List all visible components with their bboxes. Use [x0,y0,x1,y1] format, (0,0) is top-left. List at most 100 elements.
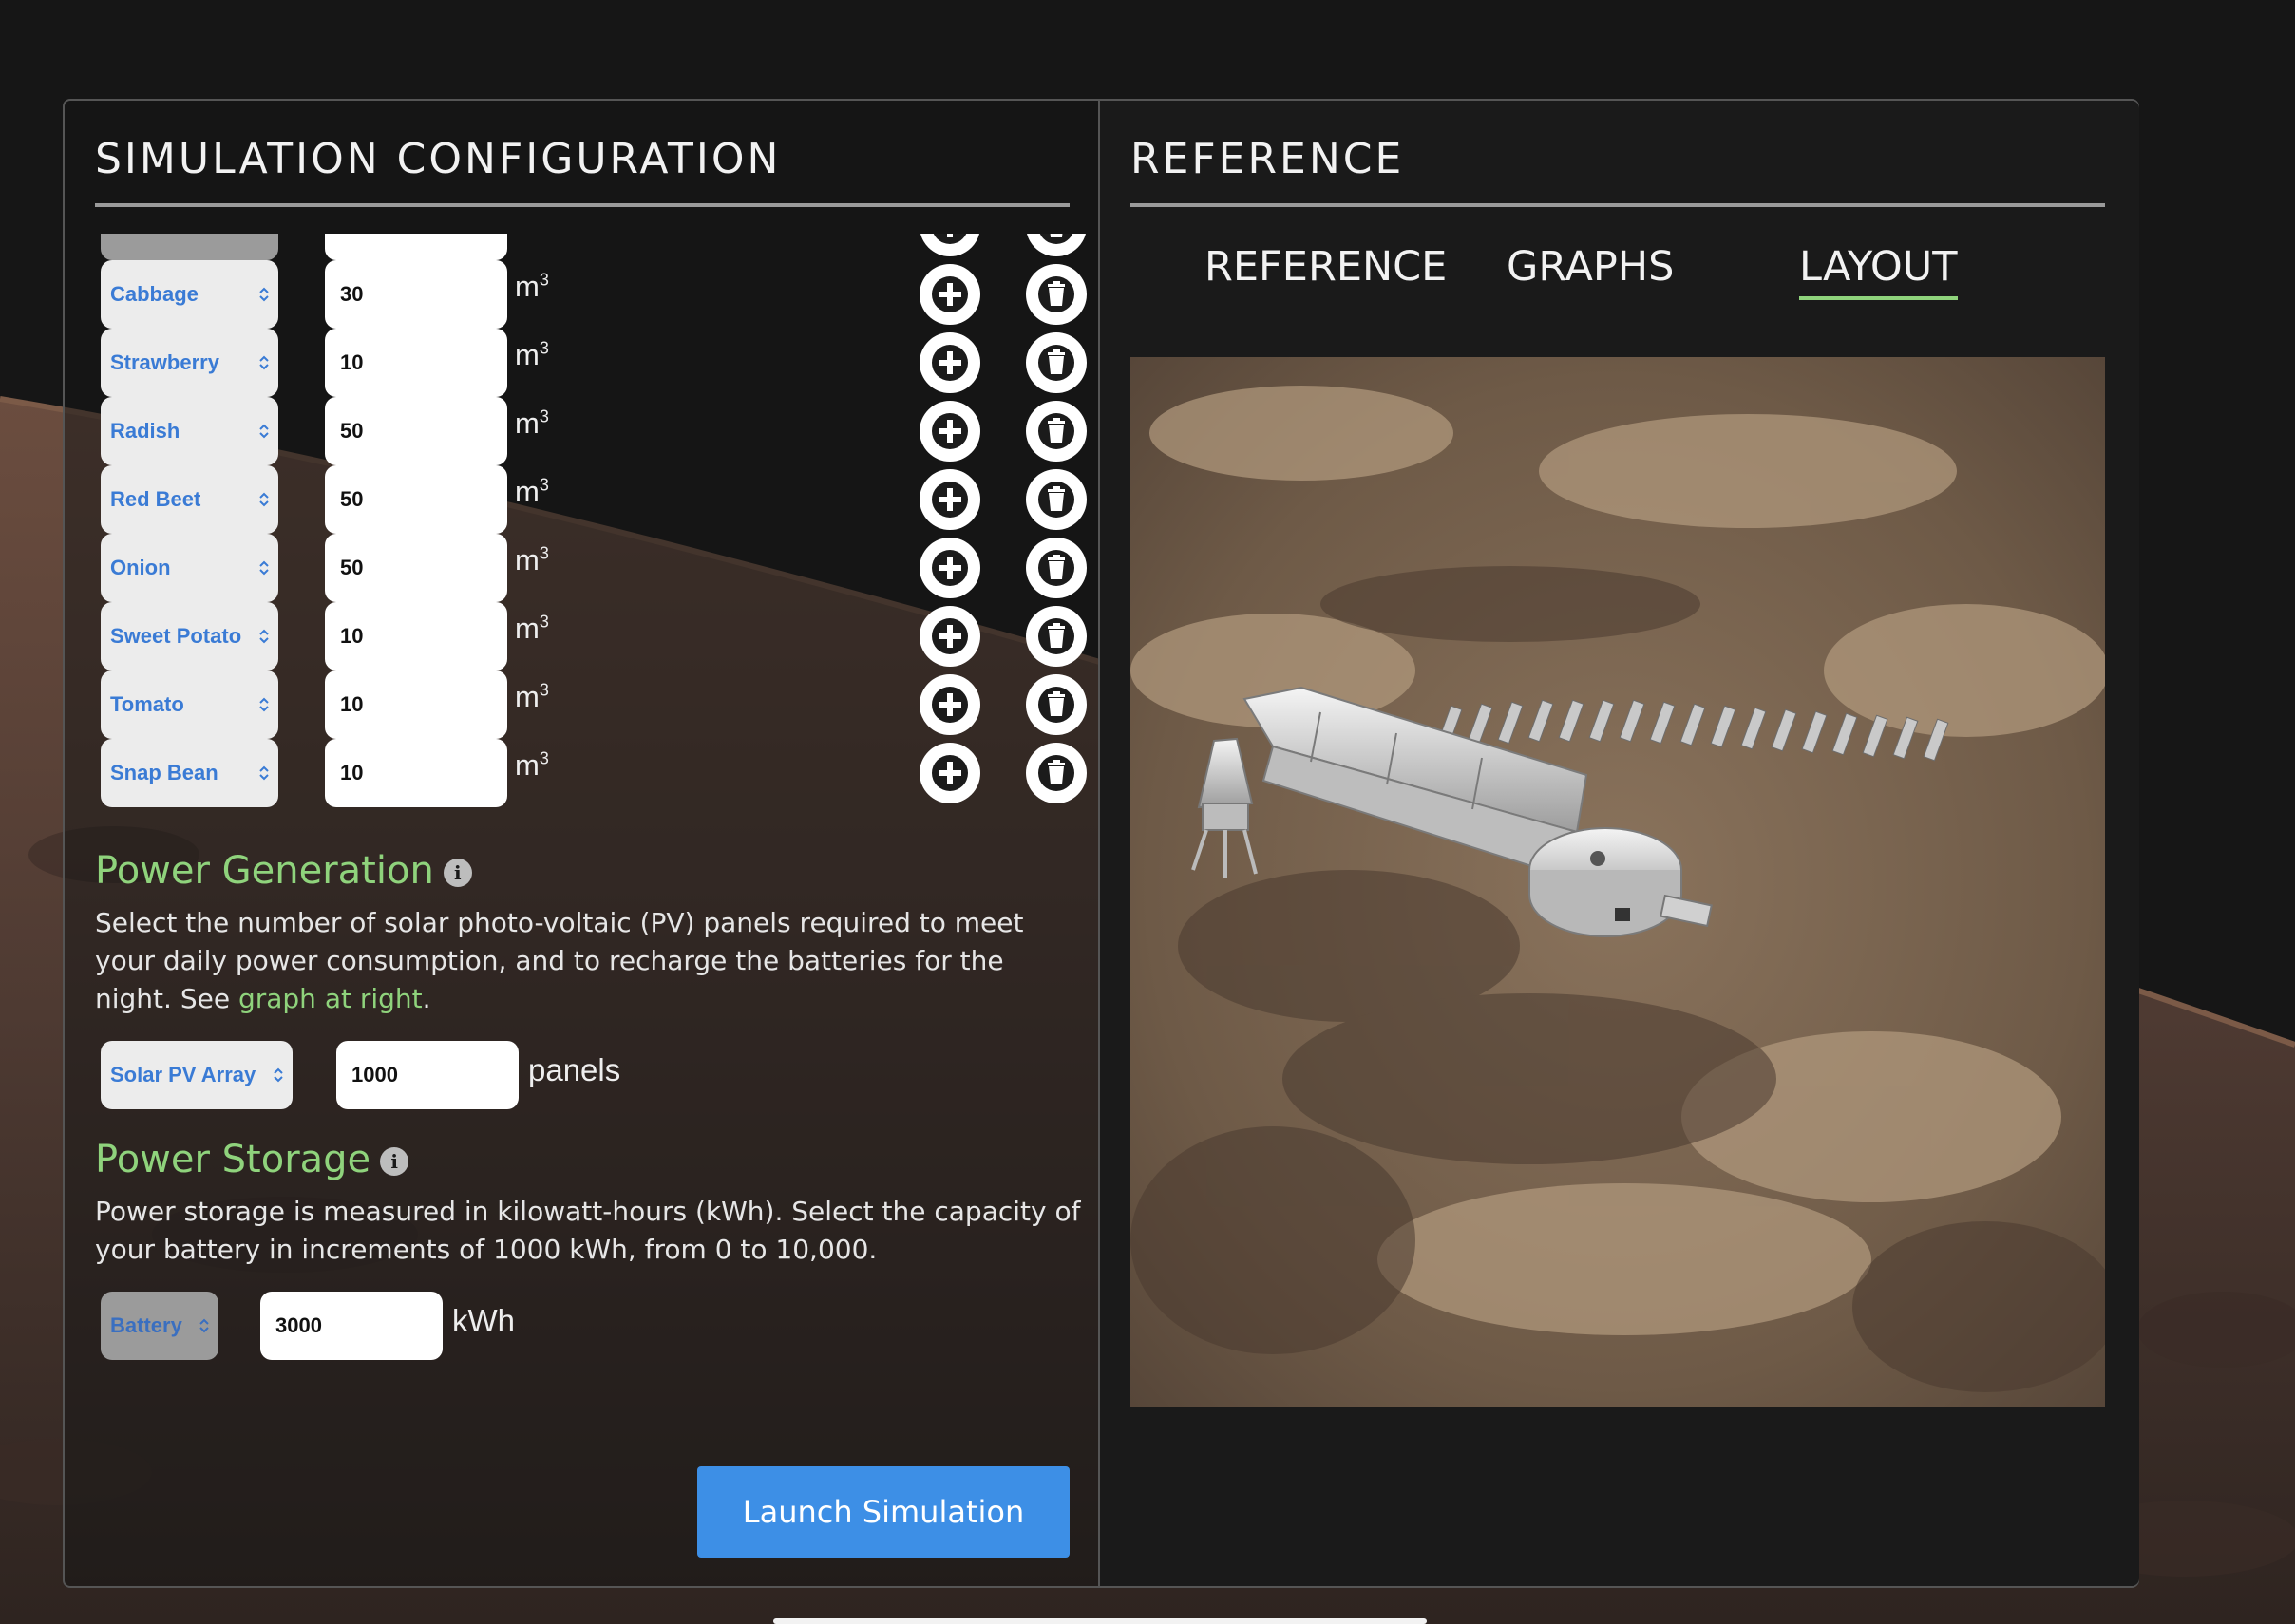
delete-crop-button[interactable] [1026,401,1087,462]
plus-circle-icon [932,618,968,654]
crop-type-label: Strawberry [110,350,219,374]
power-storage-title: Power Storage [95,1138,371,1181]
tab-layout[interactable]: LAYOUT [1799,243,1958,300]
crop-type-select[interactable]: Tomato [101,670,278,739]
chevron-updown-icon [259,287,269,302]
add-crop-button[interactable] [920,538,980,598]
unit-exponent: 3 [539,338,549,358]
crop-type-select[interactable]: Red Beet [101,465,278,534]
delete-crop-button[interactable] [1026,332,1087,393]
volume-unit: m3 [515,234,549,236]
plus-circle-icon [932,413,968,449]
crop-row: Onion 50 m3 [101,534,1089,602]
chevron-updown-icon [274,1067,283,1083]
crop-volume-input[interactable]: 10 [325,602,507,670]
plus-circle-icon [932,482,968,518]
panel-title: REFERENCE [1130,135,1405,183]
launch-simulation-button[interactable]: Launch Simulation [697,1466,1070,1558]
crop-row: Sweet Potato 10 m3 [101,602,1089,670]
crop-type-select[interactable]: Radish [101,397,278,465]
graph-link[interactable]: graph at right [238,983,423,1014]
crop-type-label: Radish [110,419,180,443]
crop-type-select[interactable]: Strawberry [101,329,278,397]
trash-icon [1038,482,1074,518]
trash-icon [1038,276,1074,312]
tab-reference[interactable]: REFERENCE [1204,243,1447,291]
unit-base: m [515,270,540,303]
crop-volume-input[interactable]: 10 [325,670,507,739]
add-crop-button[interactable] [920,264,980,325]
crop-row: Red Beet 50 m3 [101,465,1089,534]
delete-crop-button[interactable] [1026,538,1087,598]
add-crop-button[interactable] [920,234,980,256]
battery-select-label: Battery [110,1313,182,1337]
unit-exponent: 3 [539,612,549,632]
unit-exponent: 3 [539,543,549,563]
add-crop-button[interactable] [920,401,980,462]
power-storage-heading: Power Storage i [95,1138,409,1181]
crop-type-select[interactable]: Onion [101,534,278,602]
chevron-updown-icon [199,1318,209,1333]
crop-type-select[interactable]: Cabbage [101,260,278,329]
solar-panels-input[interactable]: 1000 [336,1041,519,1109]
unit-exponent: 3 [539,270,549,290]
delete-crop-button[interactable] [1026,743,1087,803]
crop-volume-input[interactable]: 10 [325,329,507,397]
unit-base: m [515,612,540,645]
reference-tabs: REFERENCE GRAPHS LAYOUT [1100,243,2139,310]
chevron-updown-icon [259,355,269,370]
volume-unit: m3 [515,680,549,714]
crop-row: Snap Bean 10 m3 [101,739,1089,807]
crop-row: Radish 50 m3 [101,397,1089,465]
delete-crop-button[interactable] [1026,674,1087,735]
crop-list[interactable]: Lettuce20m3Cabbage30m3Strawberry10m3Radi… [65,234,1098,922]
title-divider [95,203,1070,207]
power-generation-heading: Power Generation i [95,849,472,893]
crop-row: Strawberry 10 m3 [101,329,1089,397]
crop-volume-input[interactable]: 50 [325,534,507,602]
delete-crop-button[interactable] [1026,469,1087,530]
volume-unit: m3 [515,612,549,646]
main-frame: SIMULATION CONFIGURATION Lettuce20m3Cabb… [63,99,2139,1588]
info-icon[interactable]: i [443,859,472,887]
solar-pv-select[interactable]: Solar PV Array [101,1041,293,1109]
unit-base: m [515,543,540,576]
power-generation-title: Power Generation [95,849,434,893]
crop-type-select[interactable]: Sweet Potato [101,602,278,670]
power-generation-description: Select the number of solar photo-voltaic… [95,904,1083,1018]
trash-icon [1038,345,1074,381]
crop-volume-input[interactable]: 20 [325,234,507,260]
add-crop-button[interactable] [920,606,980,667]
chevron-updown-icon [257,234,271,236]
habitat-layout-viewport[interactable] [1130,357,2105,1407]
add-crop-button[interactable] [920,469,980,530]
power-generation-text-end: . [422,983,431,1014]
plus-circle-icon [932,755,968,791]
trash-icon [1038,687,1074,723]
add-crop-button[interactable] [920,743,980,803]
add-crop-button[interactable] [920,674,980,735]
unit-exponent: 3 [539,406,549,426]
crop-volume-input[interactable]: 50 [325,465,507,534]
crop-type-select[interactable]: Snap Bean [101,739,278,807]
battery-select[interactable]: Battery [101,1292,218,1360]
crop-type-select[interactable]: Lettuce [101,234,278,260]
crop-volume-input[interactable]: 30 [325,260,507,329]
add-crop-button[interactable] [920,332,980,393]
crop-type-label: Onion [110,556,171,579]
delete-crop-button[interactable] [1026,234,1087,256]
crop-volume-input[interactable]: 50 [325,397,507,465]
volume-unit: m3 [515,338,549,372]
crop-type-label: Red Beet [110,487,201,511]
crop-row: Tomato 10 m3 [101,670,1089,739]
battery-capacity-input[interactable]: 3000 [260,1292,443,1360]
delete-crop-button[interactable] [1026,264,1087,325]
info-icon[interactable]: i [380,1147,409,1176]
crop-volume-input[interactable]: 10 [325,739,507,807]
chevron-updown-icon [259,629,269,644]
tab-graphs[interactable]: GRAPHS [1507,243,1674,291]
chevron-updown-icon [259,424,269,439]
delete-crop-button[interactable] [1026,606,1087,667]
trash-icon [1039,234,1073,244]
chevron-updown-icon [259,492,269,507]
